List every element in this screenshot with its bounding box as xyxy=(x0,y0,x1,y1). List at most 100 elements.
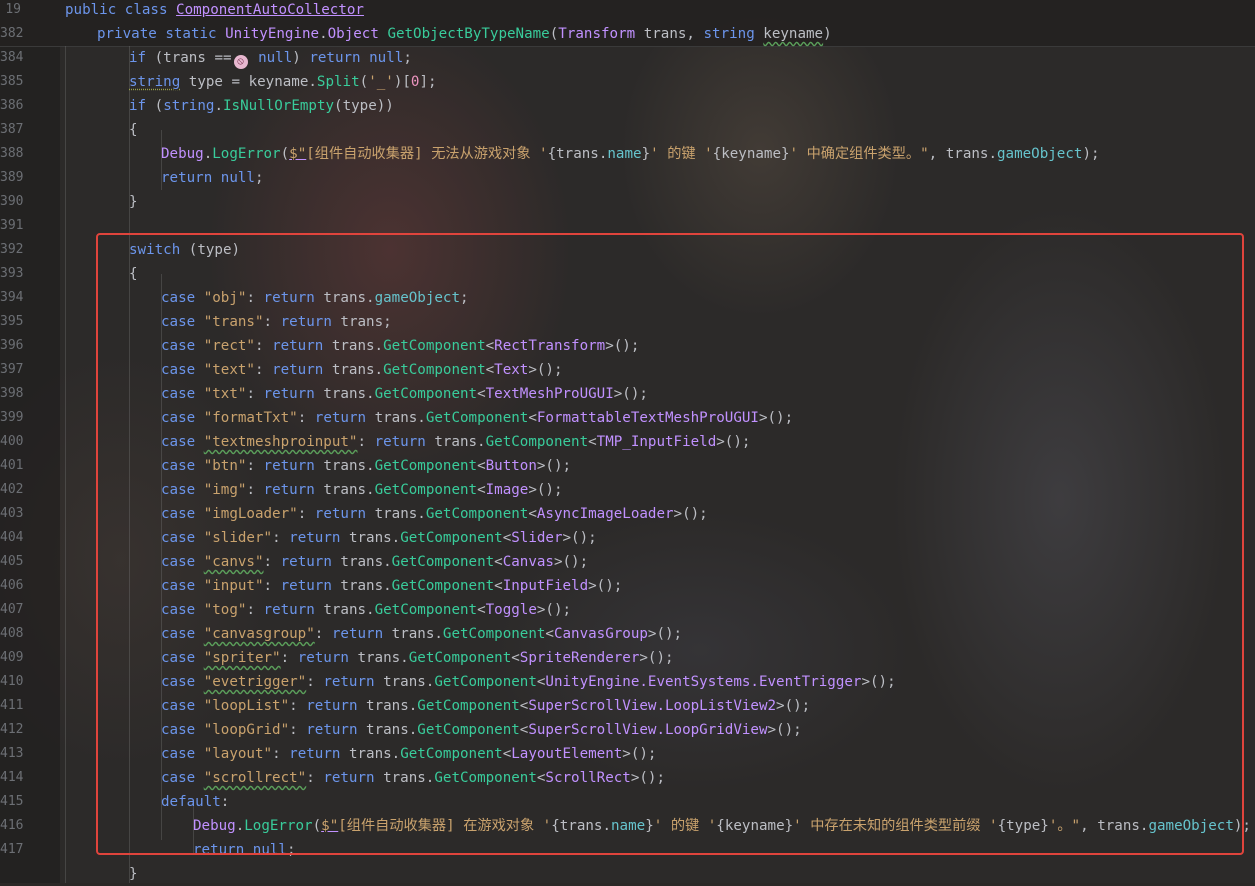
code-token: return null xyxy=(161,170,255,186)
code-token: (trans xyxy=(146,50,215,66)
code-token: ComponentAutoCollector xyxy=(176,2,364,18)
line-number[interactable]: 410 xyxy=(0,670,23,694)
code-token: ( xyxy=(280,146,290,162)
null-check-hint-icon[interactable]: ⦸ xyxy=(233,55,248,69)
line-number[interactable]: 392 xyxy=(0,238,23,262)
line-number[interactable]: 384 xyxy=(0,46,23,70)
code-token: (type)) xyxy=(334,98,394,114)
line-number[interactable]: 403 xyxy=(0,502,23,526)
code-line[interactable]: 390} xyxy=(0,190,1255,214)
line-number[interactable]: 382 xyxy=(0,22,23,46)
code-token: ) xyxy=(292,50,310,66)
line-number[interactable]: 402 xyxy=(0,478,23,502)
code-text[interactable]: return null; xyxy=(161,166,264,190)
code-token: ); xyxy=(1082,146,1100,162)
line-number[interactable]: 390 xyxy=(0,190,23,214)
line-number[interactable]: 411 xyxy=(0,694,23,718)
line-number[interactable]: 405 xyxy=(0,550,23,574)
code-token: } xyxy=(641,146,651,162)
line-number[interactable]: 394 xyxy=(0,286,23,310)
line-number[interactable]: 399 xyxy=(0,406,23,430)
line-number[interactable]: 386 xyxy=(0,94,23,118)
code-token: IsNullOrEmpty xyxy=(222,98,335,114)
line-number[interactable]: 414 xyxy=(0,766,23,790)
code-token: keyname xyxy=(763,26,824,42)
line-number[interactable]: 401 xyxy=(0,454,23,478)
code-token: } xyxy=(129,194,138,210)
code-token: private static xyxy=(97,26,226,42)
code-token: LogError xyxy=(212,146,281,162)
code-line[interactable]: 382 private static UnityEngine.Object Get… xyxy=(0,22,1255,46)
code-token: ; xyxy=(403,50,412,66)
code-token: )[ xyxy=(393,74,411,90)
code-token: name xyxy=(607,146,642,162)
line-number[interactable]: 404 xyxy=(0,526,23,550)
code-line[interactable]: 387 { xyxy=(0,118,1255,142)
code-token: ( xyxy=(549,26,559,42)
code-text[interactable]: if (string.IsNullOrEmpty(type)) xyxy=(129,94,394,118)
code-token: ; xyxy=(254,170,264,186)
line-number[interactable]: 393 xyxy=(0,262,23,286)
line-number[interactable]: 412 xyxy=(0,718,23,742)
code-token: == xyxy=(214,50,232,66)
code-token: Debug xyxy=(161,146,204,162)
code-token: ' 中确定组件类型。" xyxy=(789,146,929,162)
code-line[interactable]: 386 if (string.IsNullOrEmpty(type)) xyxy=(0,94,1255,118)
code-token: , trans. xyxy=(928,146,998,162)
line-number[interactable]: 388 xyxy=(0,142,23,166)
line-number[interactable]: 396 xyxy=(0,334,23,358)
code-text[interactable]: if (trans == ⦸ null) return null; xyxy=(129,46,412,70)
code-token: ) xyxy=(823,26,832,42)
line-number[interactable]: 391 xyxy=(0,214,23,238)
code-line[interactable]: 385 string type = keyname.Split('_')[0]; xyxy=(0,70,1255,94)
code-line[interactable]: } xyxy=(0,862,1255,886)
line-number[interactable]: 406 xyxy=(0,574,23,598)
line-number[interactable]: 397 xyxy=(0,358,23,382)
code-token: return null xyxy=(309,50,404,66)
code-token: if xyxy=(129,50,147,66)
code-token: string xyxy=(129,74,181,90)
code-token: string xyxy=(703,26,755,42)
code-line[interactable]: 384 if (trans == ⦸ null) return null; xyxy=(0,46,1255,70)
code-text[interactable]: string type = keyname.Split('_')[0]; xyxy=(129,70,437,94)
line-number[interactable]: 408 xyxy=(0,622,23,646)
code-text[interactable]: private static UnityEngine.Object GetObj… xyxy=(97,22,832,46)
code-text[interactable]: } xyxy=(129,862,138,886)
code-token: type = keyname. xyxy=(180,74,317,90)
code-token: ( xyxy=(146,98,164,114)
line-number[interactable]: 387 xyxy=(0,118,23,142)
line-number[interactable]: 389 xyxy=(0,166,23,190)
line-number[interactable]: 19 xyxy=(0,0,21,22)
code-text[interactable]: Debug.LogError($"[组件自动收集器] 无法从游戏对象 '{tra… xyxy=(161,142,1100,166)
code-token: ]; xyxy=(419,74,437,90)
line-number[interactable]: 400 xyxy=(0,430,23,454)
line-number[interactable]: 416 xyxy=(0,814,23,838)
line-number[interactable]: 395 xyxy=(0,310,23,334)
code-text[interactable]: public class ComponentAutoCollector xyxy=(65,0,364,22)
code-token: gameObject xyxy=(997,146,1083,162)
code-token: . xyxy=(203,146,213,162)
code-text[interactable]: { xyxy=(129,118,138,142)
line-number[interactable]: 407 xyxy=(0,598,23,622)
code-token: . xyxy=(319,26,328,42)
code-line[interactable]: 388 Debug.LogError($"[组件自动收集器] 无法从游戏对象 '{… xyxy=(0,142,1255,166)
line-number[interactable]: 413 xyxy=(0,742,23,766)
code-line[interactable]: 19 public class ComponentAutoCollector xyxy=(0,0,1255,22)
line-number[interactable]: 415 xyxy=(0,790,23,814)
line-number[interactable]: 385 xyxy=(0,70,23,94)
switch-block-highlight-box xyxy=(96,233,1244,855)
code-token: [组件自动收集器] 无法从游戏对象 ' xyxy=(306,146,548,162)
line-number[interactable]: 409 xyxy=(0,646,23,670)
code-token: ' 的键 ' xyxy=(650,146,713,162)
code-token: $" xyxy=(289,146,307,162)
code-token: trans, xyxy=(635,26,704,42)
line-number[interactable]: 417 xyxy=(0,838,23,862)
code-line[interactable]: 389 return null; xyxy=(0,166,1255,190)
code-text[interactable]: } xyxy=(129,190,138,214)
code-token: UnityEngine xyxy=(225,26,320,42)
code-token: public class xyxy=(65,2,177,18)
code-token: if xyxy=(129,98,147,114)
line-number[interactable]: 398 xyxy=(0,382,23,406)
code-token: { xyxy=(129,122,138,138)
